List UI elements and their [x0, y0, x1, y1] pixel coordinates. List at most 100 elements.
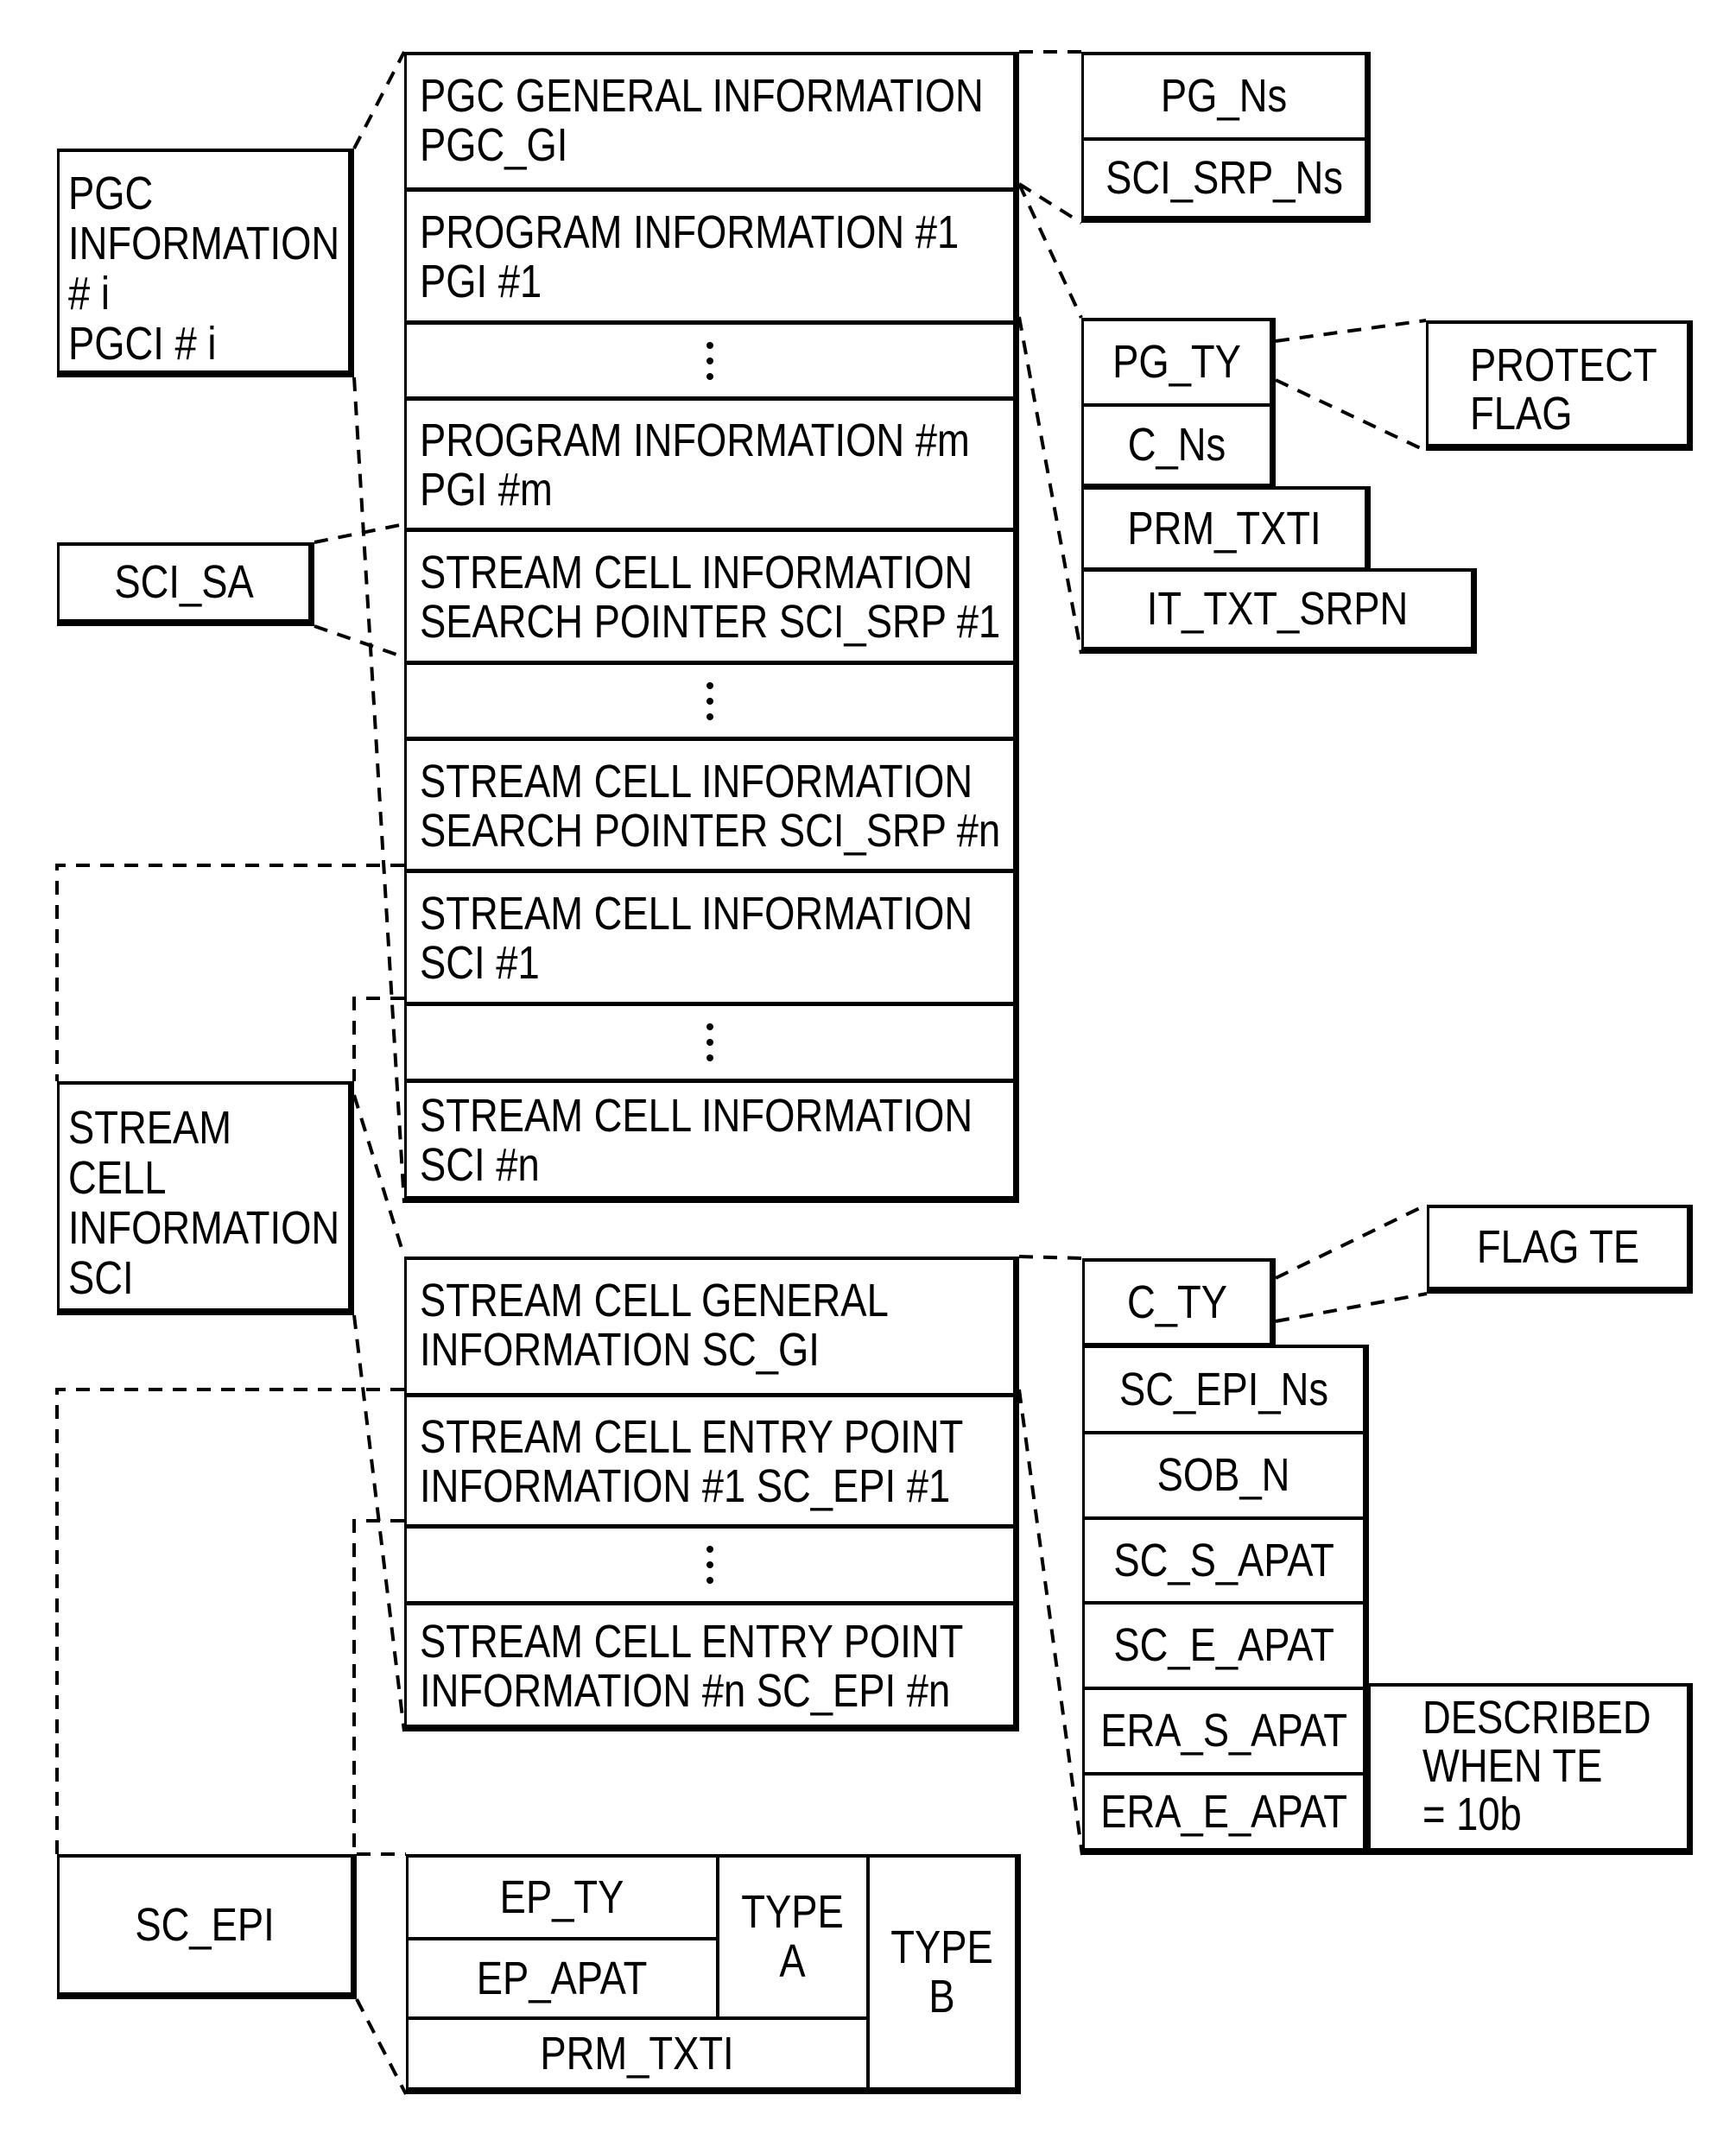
pgci-table-row: STREAM CELL INFORMATION SEARCH POINTER SC… [407, 737, 1013, 869]
sci-sa-label: SCI_SA [114, 556, 254, 608]
sci-line: CELL [68, 1152, 167, 1204]
pgci-table-row-line: STREAM CELL INFORMATION [420, 547, 973, 598]
connector-scepi1-top [55, 1388, 404, 1854]
type-a-label: TYPE A [742, 1888, 844, 1986]
ellipsis-dot [706, 1561, 713, 1568]
connector-cty-bottom [1275, 1292, 1428, 1323]
connector-scepi-bottom [355, 1998, 408, 2095]
connector-scisa-top [314, 522, 405, 544]
ellipsis-dot [706, 697, 713, 705]
pgci-table-row: STREAM CELL INFORMATION SCI #1 [407, 869, 1013, 1002]
pgci-table-row-line: PROGRAM INFORMATION #m [420, 415, 970, 466]
type-b-label: TYPE B [891, 1923, 993, 2022]
protect-flag-box: PROTECT FLAG [1426, 320, 1693, 451]
field-sc-s-apat: SC_S_APAT [1085, 1516, 1363, 1601]
ellipsis-dot [706, 357, 713, 364]
field-label: C_Ns [1127, 419, 1226, 471]
field-label: SCI_SRP_Ns [1106, 152, 1343, 204]
pgci-line: INFORMATION [68, 218, 340, 269]
sc-gi-fields-box: SC_EPI_Ns SOB_N SC_S_APAT SC_E_APAT ERA_S_AP… [1082, 1345, 1369, 1855]
pgci-table-row-line: STREAM CELL INFORMATION [420, 888, 973, 940]
pgci-table-row-line: STREAM CELL INFORMATION [420, 1090, 973, 1142]
protect-flag-line: PROTECT [1470, 339, 1657, 391]
sc-epi-label: SC_EPI [135, 1898, 276, 1951]
sci-line: INFORMATION [68, 1202, 340, 1254]
pgci-table-ellipsis-row [407, 1002, 1013, 1079]
field-label: EP_APAT [477, 1952, 648, 2004]
flag-te-label: FLAG TE [1476, 1221, 1640, 1273]
ellipsis-dot [706, 681, 713, 689]
sci-table-row-line: STREAM CELL ENTRY POINT [420, 1615, 964, 1668]
pgci-line: PGCI # i [68, 318, 217, 370]
field-prm-txti: PRM_TXTI [1081, 486, 1371, 574]
field-pg-ty: PG_TY [1084, 321, 1270, 403]
pgci-table-row-line: STREAM CELL INFORMATION [420, 755, 973, 807]
field-prm-txti-ep: PRM_TXTI [409, 2016, 866, 2087]
field-label: SC_E_APAT [1113, 1619, 1334, 1671]
ellipsis-dot [706, 1054, 713, 1061]
type-a-line: TYPE [741, 1886, 845, 1938]
vertical-ellipsis-icon [407, 325, 1013, 396]
sci-sa-box: SCI_SA [57, 542, 314, 626]
connector-cty-top [1275, 1203, 1428, 1280]
field-sc-e-apat: SC_E_APAT [1085, 1601, 1363, 1687]
field-label: SC_S_APAT [1113, 1534, 1334, 1586]
pgci-table: PGC GENERAL INFORMATION PGC_GI PROGRAM INF… [404, 52, 1019, 1203]
connector-pgcgi-bottom [1017, 182, 1083, 225]
sci-table-row-line: INFORMATION #n SC_EPI #n [420, 1664, 951, 1717]
sc-epi-box: SC_EPI [57, 1854, 357, 1999]
pgci-table-row-line: PGI #m [420, 464, 553, 516]
described-line: WHEN TE [1422, 1740, 1603, 1792]
pgci-table-row: PGC GENERAL INFORMATION PGC_GI [407, 55, 1013, 187]
pgci-table-row-line: SCI #n [420, 1139, 540, 1191]
vertical-ellipsis-icon [407, 1006, 1013, 1079]
type-b-line: B [928, 1971, 956, 2023]
field-label: PG_TY [1112, 336, 1241, 388]
sci-table-ellipsis-row [407, 1524, 1013, 1601]
field-c-ty: C_TY [1082, 1258, 1276, 1350]
sci-table-row: STREAM CELL ENTRY POINT INFORMATION #1 SC… [407, 1393, 1013, 1524]
pgc-gi-fields-box: PG_Ns SCI_SRP_Ns [1081, 52, 1371, 223]
field-label: PRM_TXTI [540, 2027, 735, 2080]
field-era-e-apat: ERA_E_APAT [1085, 1772, 1363, 1848]
vertical-ellipsis-icon [407, 665, 1013, 737]
pgci-table-row: PROGRAM INFORMATION #1 PGI #1 [407, 187, 1013, 320]
connector-scgi-top [1018, 1255, 1083, 1260]
pgci-line: PGC [68, 168, 154, 219]
field-sob-n: SOB_N [1085, 1431, 1363, 1516]
field-era-s-apat: ERA_S_APAT [1085, 1687, 1363, 1772]
sci-table-row: STREAM CELL ENTRY POINT INFORMATION #n SC… [407, 1601, 1013, 1725]
field-label: SOB_N [1157, 1449, 1290, 1501]
pgci-table-row-line: PGI #1 [420, 256, 542, 307]
field-pg-ns: PG_Ns [1084, 55, 1365, 137]
pgci-table-row-line: PROGRAM INFORMATION #1 [420, 206, 960, 258]
field-ep-ty: EP_TY [409, 1858, 716, 1937]
type-a-line: A [779, 1935, 807, 1987]
sci-line: SCI [68, 1252, 134, 1304]
sci-table-row-line: INFORMATION SC_GI [420, 1324, 820, 1376]
connector-sci1-top [55, 864, 404, 1081]
field-label: PRM_TXTI [1127, 502, 1321, 554]
pgci-table-ellipsis-row [407, 661, 1013, 737]
ellipsis-dot [706, 341, 713, 349]
connector-sci-top [352, 1094, 406, 1257]
connector-pgty-bottom [1275, 378, 1427, 453]
sci-table-row-line: STREAM CELL GENERAL [420, 1275, 889, 1326]
sci-table-row-line: INFORMATION #1 SC_EPI #1 [420, 1460, 951, 1512]
connector-pgi-bottom [1017, 316, 1083, 655]
pgci-table-row-line: PGC_GI [420, 118, 568, 171]
field-type-b: TYPE B [866, 1858, 1015, 2087]
field-ep-apat: EP_APAT [409, 1937, 716, 2016]
sci-table: STREAM CELL GENERAL INFORMATION SC_GI STRE… [404, 1257, 1019, 1731]
connector-sci-bottom [352, 1314, 406, 1732]
ellipsis-dot [706, 1577, 713, 1584]
pgci-box: PGC INFORMATION # i PGCI # i [57, 149, 354, 377]
connector-pgci-top [352, 51, 406, 149]
field-it-txt-srpn: IT_TXT_SRPN [1081, 568, 1477, 654]
vertical-ellipsis-icon [407, 1529, 1013, 1601]
connector-sci1-bottom [352, 997, 404, 1081]
flag-te-box: FLAG TE [1427, 1205, 1693, 1294]
pgci-table-row-line: SEARCH POINTER SCI_SRP #n [420, 804, 1001, 857]
field-label: PG_Ns [1161, 70, 1288, 122]
field-type-a: TYPE A [716, 1858, 866, 2016]
